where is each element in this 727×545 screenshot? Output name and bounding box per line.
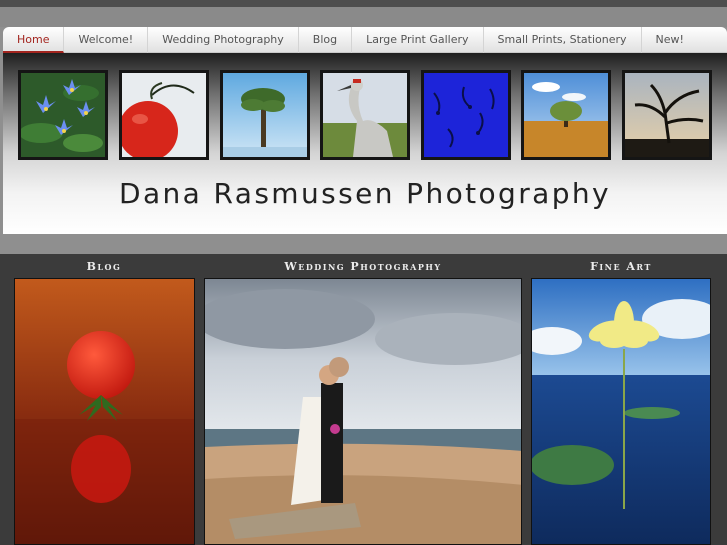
top-strip: [0, 7, 727, 27]
section-title-fine-art[interactable]: Fine Art: [531, 260, 711, 273]
thumbnail-autumn-tree[interactable]: [521, 70, 611, 160]
nav-item-blog[interactable]: Blog: [299, 26, 353, 53]
wedding-image[interactable]: [204, 278, 522, 545]
thumbnail-tomato[interactable]: [119, 70, 209, 160]
thumbnail-sandhill-crane[interactable]: [320, 70, 410, 160]
section-title-blog[interactable]: Blog: [14, 260, 194, 273]
header-banner: Dana Rasmussen Photography: [3, 53, 727, 234]
fine-art-image[interactable]: [531, 278, 711, 545]
thumbnail-tree-on-water[interactable]: [220, 70, 310, 160]
featured-sections: Blog Wedding Photography Fine Art: [0, 254, 727, 545]
nav-item-large-print-gallery[interactable]: Large Print Gallery: [352, 26, 484, 53]
nav-item-small-prints[interactable]: Small Prints, Stationery: [484, 26, 642, 53]
blog-image[interactable]: [14, 278, 195, 545]
thumbnail-water-lilies[interactable]: [18, 70, 108, 160]
main-nav: Home Welcome! Wedding Photography Blog L…: [3, 26, 727, 53]
thumbnail-silhouette-tree[interactable]: [622, 70, 712, 160]
nav-item-home[interactable]: Home: [3, 26, 65, 53]
thumbnail-blue-reeds[interactable]: [421, 70, 511, 160]
site-title: Dana Rasmussen Photography: [119, 177, 611, 210]
nav-item-welcome[interactable]: Welcome!: [64, 26, 149, 53]
top-dark-bar: [0, 0, 727, 7]
gray-band: [0, 234, 727, 254]
nav-item-wedding-photography[interactable]: Wedding Photography: [148, 26, 299, 53]
nav-item-new[interactable]: New!: [642, 27, 698, 53]
section-title-wedding-photography[interactable]: Wedding Photography: [204, 260, 522, 273]
